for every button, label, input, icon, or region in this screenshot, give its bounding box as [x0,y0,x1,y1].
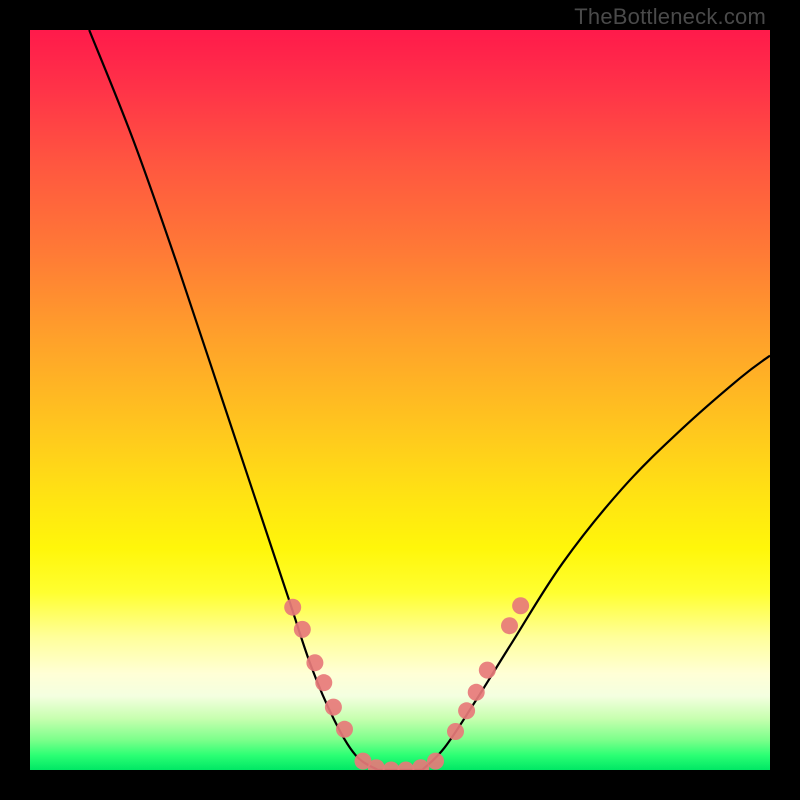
marker-left-3 [315,674,332,691]
marker-left-2 [306,654,323,671]
marker-right-0 [447,723,464,740]
marker-left-1 [294,621,311,638]
curve-group [89,30,770,770]
marker-trough-5 [427,753,444,770]
chart-svg [30,30,770,770]
watermark-text: TheBottleneck.com [574,4,766,30]
chart-frame: TheBottleneck.com [0,0,800,800]
left-curve-path [89,30,378,770]
marker-trough-2 [383,762,400,771]
marker-left-4 [325,699,342,716]
marker-right-4 [501,617,518,634]
marker-right-5 [512,597,529,614]
marker-right-1 [458,702,475,719]
marker-left-5 [336,721,353,738]
marker-left-0 [284,599,301,616]
marker-trough-4 [412,759,429,770]
marker-group [284,597,529,770]
marker-right-3 [479,662,496,679]
marker-trough-3 [397,762,414,771]
plot-area [30,30,770,770]
marker-right-2 [468,684,485,701]
